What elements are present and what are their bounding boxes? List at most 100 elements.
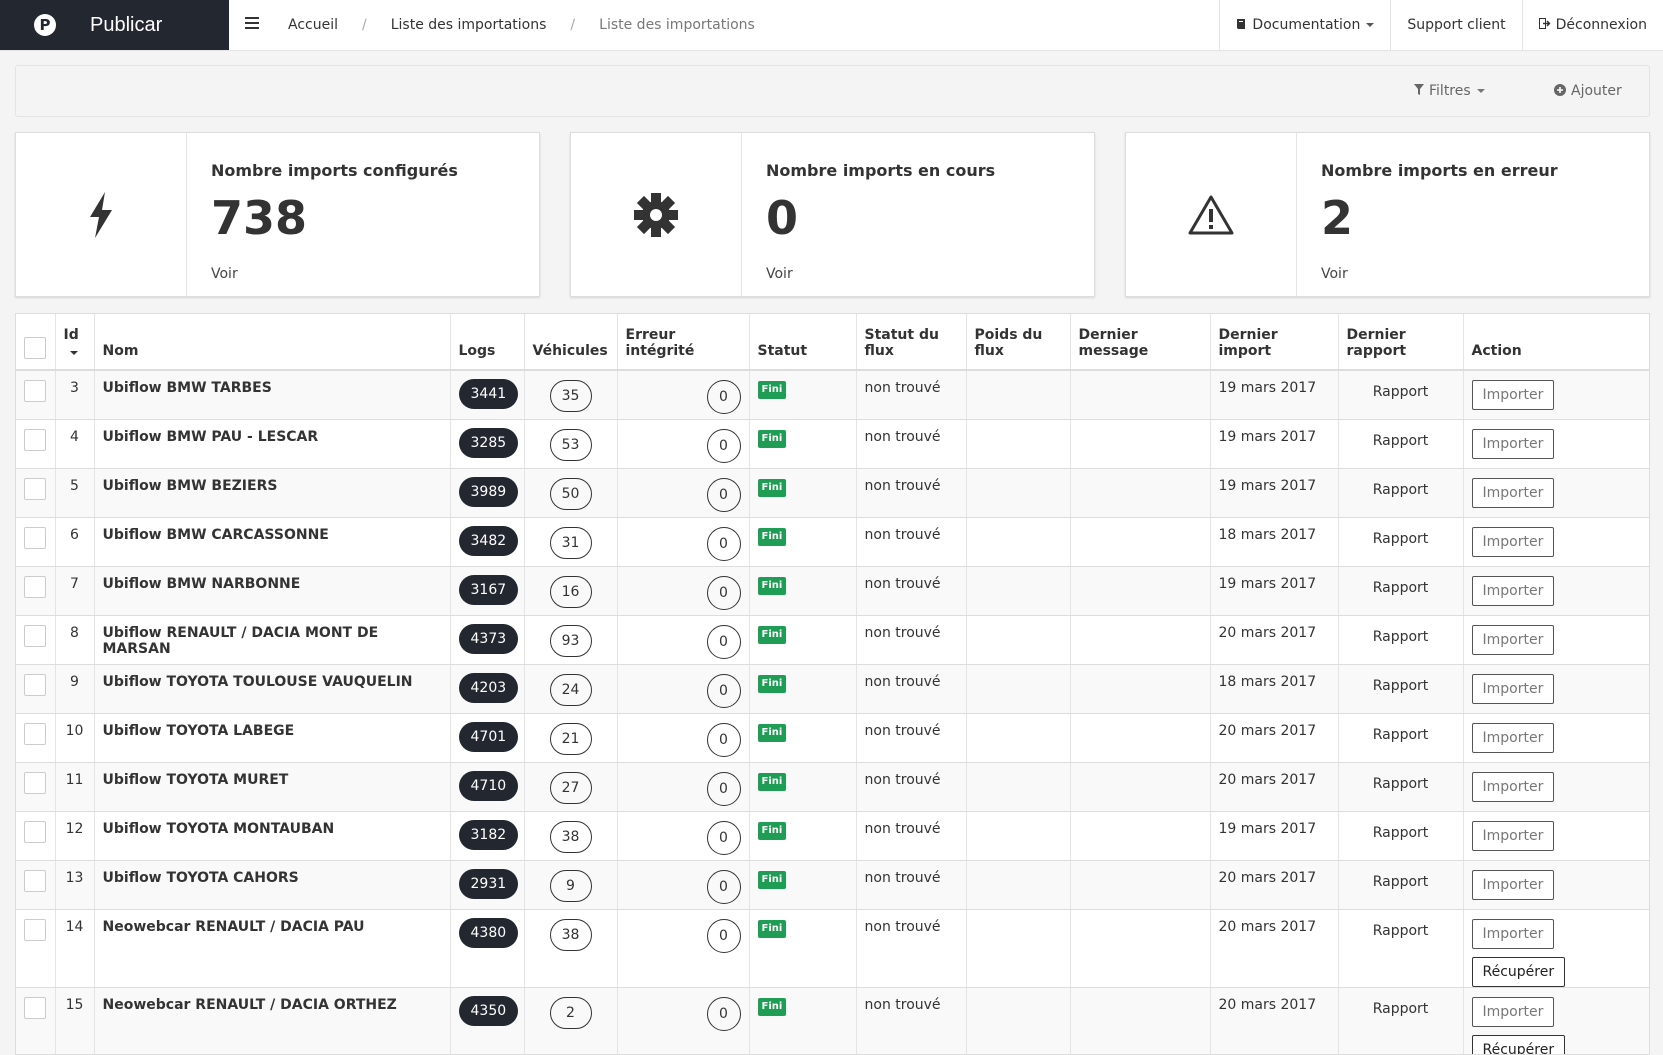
importer-button[interactable]: Importer xyxy=(1472,429,1555,459)
logs-badge[interactable]: 4350 xyxy=(459,996,519,1026)
row-checkbox[interactable] xyxy=(24,527,46,549)
importer-button[interactable]: Importer xyxy=(1472,380,1555,410)
rapport-link[interactable]: Rapport xyxy=(1373,923,1429,939)
row-statut-cell: Fini xyxy=(749,566,856,615)
importer-button[interactable]: Importer xyxy=(1472,723,1555,753)
select-all-checkbox[interactable] xyxy=(24,337,46,359)
row-checkbox[interactable] xyxy=(24,576,46,598)
logs-badge[interactable]: 3482 xyxy=(459,526,519,556)
row-rapport-cell: Rapport xyxy=(1338,566,1463,615)
importer-button[interactable]: Importer xyxy=(1472,821,1555,851)
importer-button[interactable]: Importer xyxy=(1472,870,1555,900)
header-id[interactable]: Id xyxy=(55,314,94,370)
row-checkbox[interactable] xyxy=(24,380,46,402)
row-logs-cell: 4710 xyxy=(450,762,524,811)
row-logs-cell: 3285 xyxy=(450,419,524,468)
row-checkbox[interactable] xyxy=(24,997,46,1019)
importer-button[interactable]: Importer xyxy=(1472,772,1555,802)
row-vehicules-cell: 38 xyxy=(524,909,617,987)
logs-badge[interactable]: 2931 xyxy=(459,869,519,899)
rapport-link[interactable]: Rapport xyxy=(1373,678,1429,694)
status-badge: Fini xyxy=(758,724,787,742)
row-checkbox[interactable] xyxy=(24,919,46,941)
importer-button[interactable]: Importer xyxy=(1472,576,1555,606)
row-statut-cell: Fini xyxy=(749,517,856,566)
row-poids-flux xyxy=(966,664,1070,713)
brand[interactable]: P Publicar xyxy=(0,0,229,50)
logs-badge[interactable]: 4701 xyxy=(459,722,519,752)
row-dernier-import: 20 mars 2017 xyxy=(1210,860,1338,909)
row-erreur-cell: 0 xyxy=(617,419,749,468)
logout-link[interactable]: Déconnexion xyxy=(1522,0,1663,50)
book-icon xyxy=(1236,18,1247,33)
logs-badge[interactable]: 4710 xyxy=(459,771,519,801)
row-checkbox[interactable] xyxy=(24,478,46,500)
row-vehicules-cell: 50 xyxy=(524,468,617,517)
card-link-voir[interactable]: Voir xyxy=(766,266,793,282)
recuperer-button[interactable]: Récupérer xyxy=(1472,957,1566,987)
rapport-link[interactable]: Rapport xyxy=(1373,433,1429,449)
importer-button[interactable]: Importer xyxy=(1472,674,1555,704)
vehicules-count: 93 xyxy=(550,625,592,657)
row-checkbox[interactable] xyxy=(24,772,46,794)
importer-button[interactable]: Importer xyxy=(1472,997,1555,1027)
row-checkbox[interactable] xyxy=(24,429,46,451)
row-checkbox[interactable] xyxy=(24,723,46,745)
importer-button[interactable]: Importer xyxy=(1472,919,1555,949)
logs-badge[interactable]: 3441 xyxy=(459,379,519,409)
row-dernier-message xyxy=(1070,909,1210,987)
breadcrumb-accueil[interactable]: Accueil xyxy=(288,17,338,33)
status-badge: Fini xyxy=(758,675,787,693)
row-checkbox[interactable] xyxy=(24,870,46,892)
menu-toggle-icon[interactable] xyxy=(245,17,259,29)
breadcrumb-liste-importations[interactable]: Liste des importations xyxy=(391,17,547,33)
row-poids-flux xyxy=(966,811,1070,860)
row-select-cell xyxy=(16,987,55,1055)
logs-badge[interactable]: 4203 xyxy=(459,673,519,703)
card-value: 2 xyxy=(1321,191,1353,245)
add-button[interactable]: Ajouter xyxy=(1554,66,1622,116)
rapport-link[interactable]: Rapport xyxy=(1373,482,1429,498)
logs-badge[interactable]: 3182 xyxy=(459,820,519,850)
importer-button[interactable]: Importer xyxy=(1472,625,1555,655)
logs-badge[interactable]: 3285 xyxy=(459,428,519,458)
logs-badge[interactable]: 4373 xyxy=(459,624,519,654)
row-vehicules-cell: 53 xyxy=(524,419,617,468)
rapport-link[interactable]: Rapport xyxy=(1373,776,1429,792)
rapport-link[interactable]: Rapport xyxy=(1373,727,1429,743)
row-action-cell: Importer xyxy=(1463,566,1649,615)
logs-badge[interactable]: 3167 xyxy=(459,575,519,605)
importer-button[interactable]: Importer xyxy=(1472,478,1555,508)
row-action-cell: Importer xyxy=(1463,517,1649,566)
documentation-dropdown[interactable]: Documentation xyxy=(1219,0,1390,50)
rapport-link[interactable]: Rapport xyxy=(1373,629,1429,645)
row-id: 14 xyxy=(55,909,94,987)
importer-button[interactable]: Importer xyxy=(1472,527,1555,557)
row-logs-cell: 4203 xyxy=(450,664,524,713)
stat-cards: Nombre imports configurés 738 Voir Nombr… xyxy=(15,132,1648,296)
row-logs-cell: 4380 xyxy=(450,909,524,987)
row-checkbox[interactable] xyxy=(24,625,46,647)
rapport-link[interactable]: Rapport xyxy=(1373,1001,1429,1017)
rapport-link[interactable]: Rapport xyxy=(1373,874,1429,890)
logs-badge[interactable]: 3989 xyxy=(459,477,519,507)
rapport-link[interactable]: Rapport xyxy=(1373,384,1429,400)
row-rapport-cell: Rapport xyxy=(1338,762,1463,811)
card-link-voir[interactable]: Voir xyxy=(1321,266,1348,282)
logs-badge[interactable]: 4380 xyxy=(459,918,519,948)
header-vehicules: Véhicules xyxy=(524,314,617,370)
imports-table: Id Nom Logs Véhicules Erreur intégrité S… xyxy=(15,313,1650,1055)
row-checkbox[interactable] xyxy=(24,674,46,696)
vehicules-count: 38 xyxy=(550,919,592,951)
rapport-link[interactable]: Rapport xyxy=(1373,580,1429,596)
card-link-voir[interactable]: Voir xyxy=(211,266,238,282)
filters-dropdown[interactable]: Filtres xyxy=(1414,66,1485,116)
gear-icon xyxy=(571,133,742,296)
row-checkbox[interactable] xyxy=(24,821,46,843)
rapport-link[interactable]: Rapport xyxy=(1373,531,1429,547)
row-select-cell xyxy=(16,860,55,909)
support-client-link[interactable]: Support client xyxy=(1390,0,1521,50)
recuperer-button[interactable]: Récupérer xyxy=(1472,1035,1566,1055)
row-vehicules-cell: 31 xyxy=(524,517,617,566)
rapport-link[interactable]: Rapport xyxy=(1373,825,1429,841)
